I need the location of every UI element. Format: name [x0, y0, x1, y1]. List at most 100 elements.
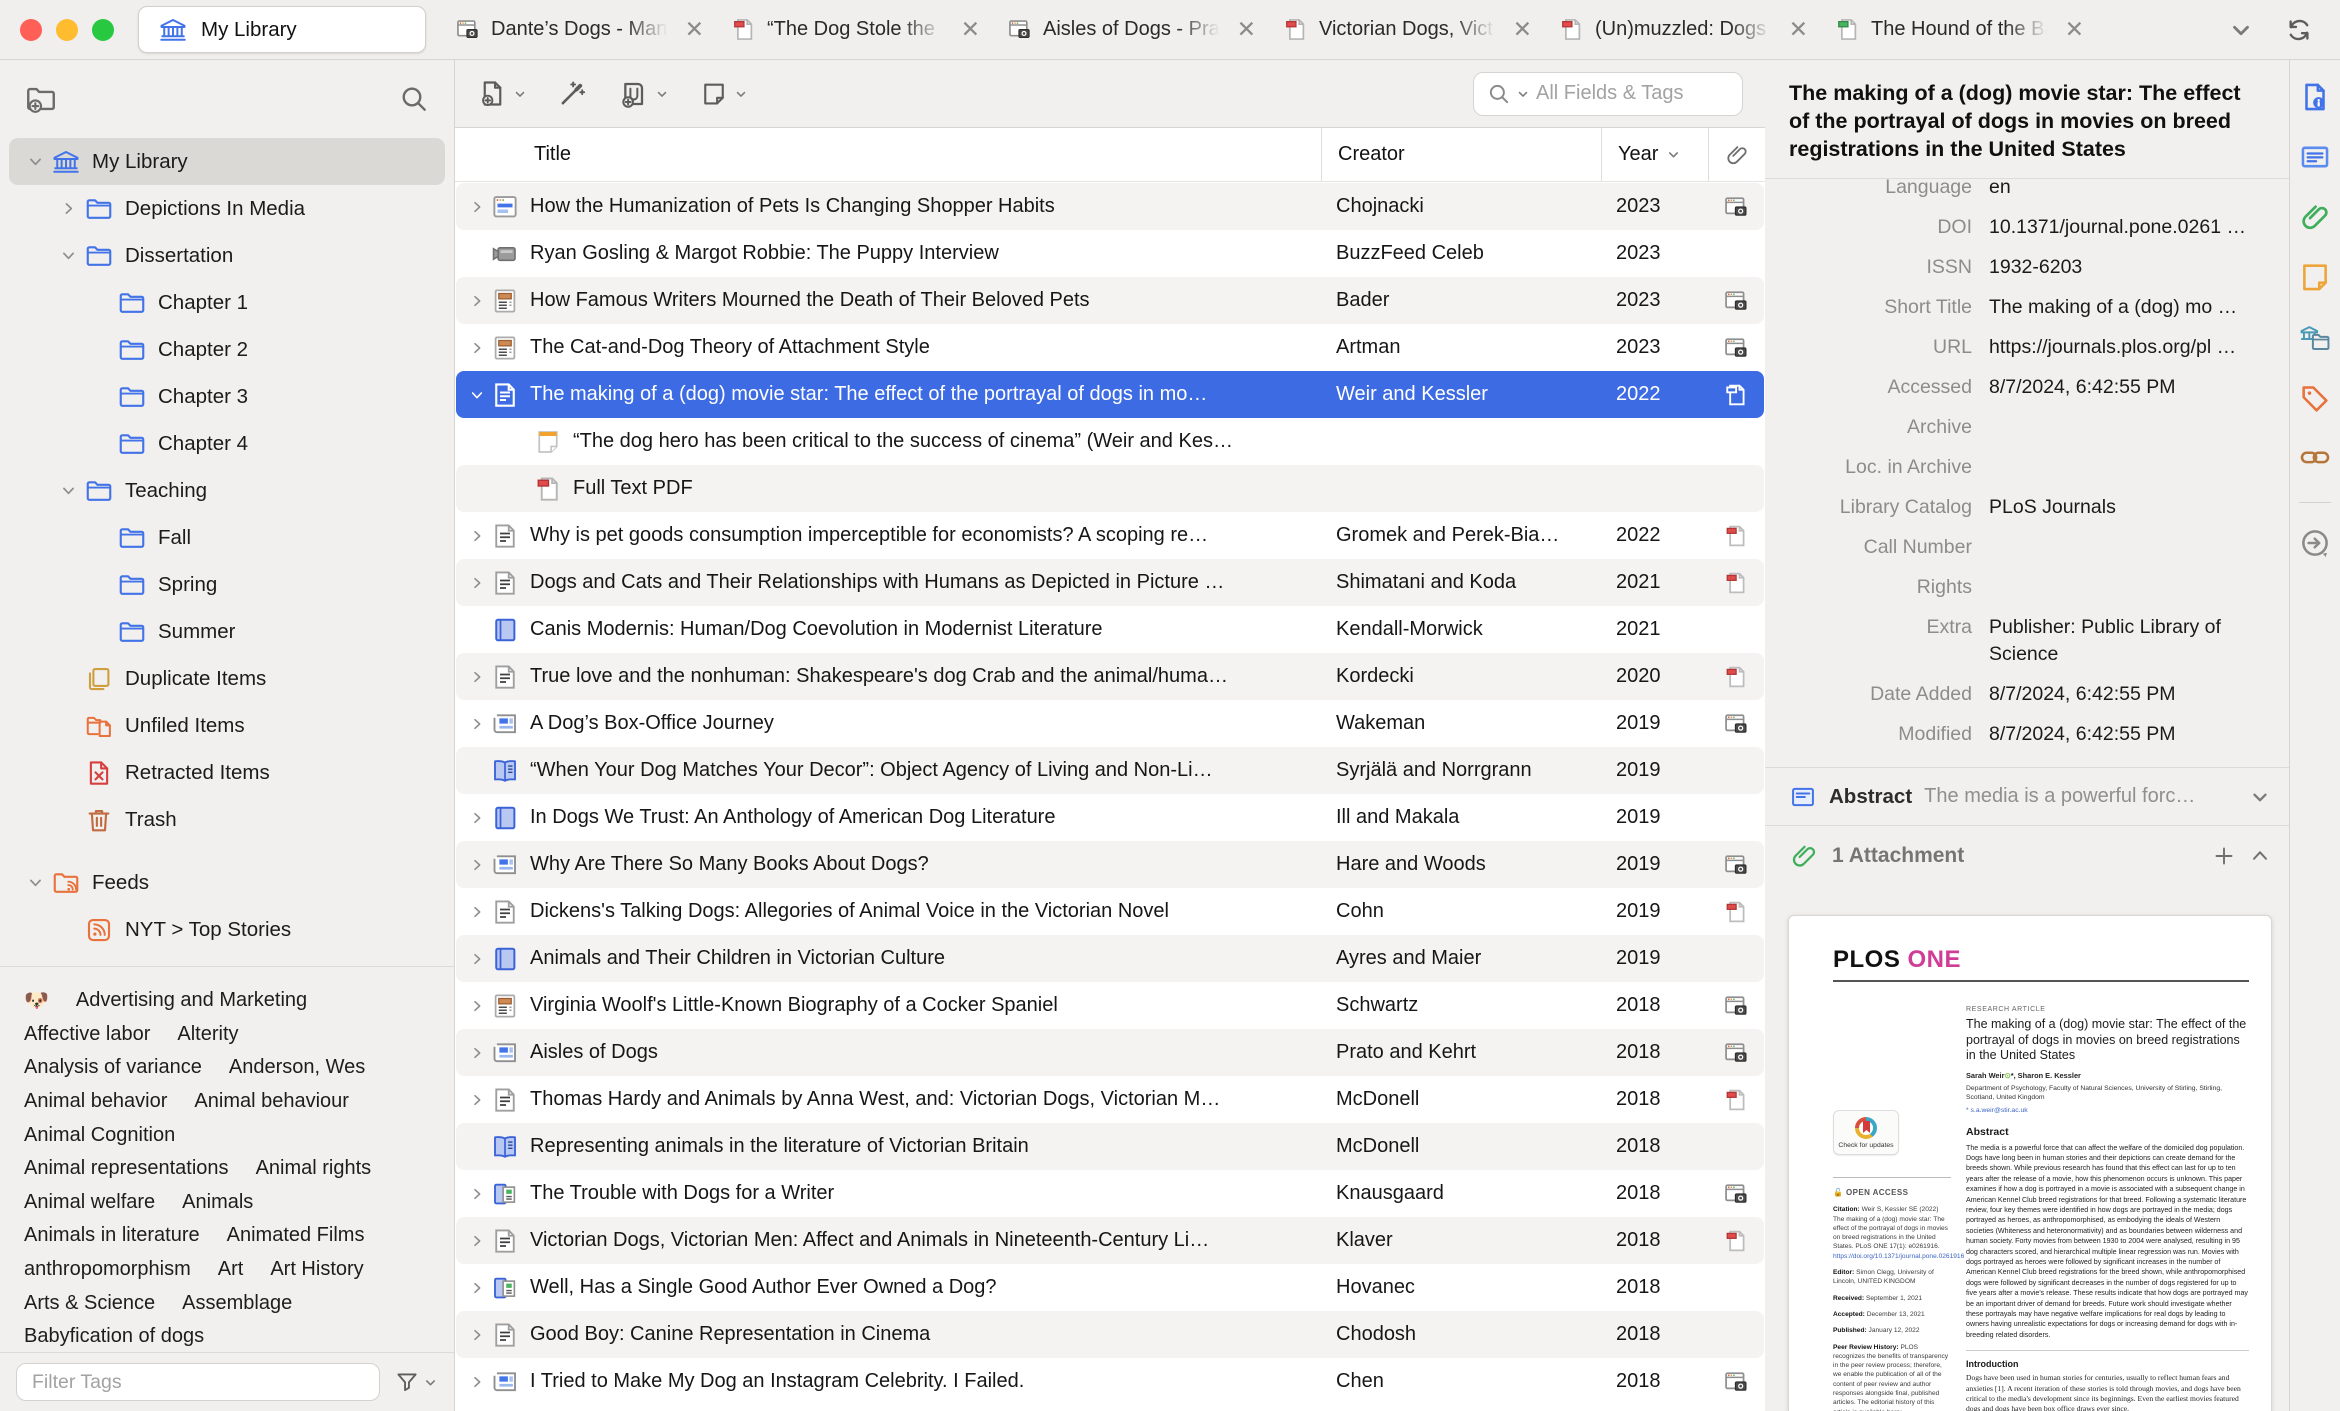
- tag[interactable]: Babyfication of dogs: [24, 1325, 204, 1348]
- table-row[interactable]: Thomas Hardy and Animals by Anna West, a…: [456, 1076, 1764, 1123]
- field-value[interactable]: [1972, 574, 2289, 601]
- sidebar-item-teaching[interactable]: Teaching: [9, 467, 445, 514]
- attachments-section-header[interactable]: 1 Attachment: [1765, 825, 2289, 885]
- new-attachment-button[interactable]: [618, 78, 669, 110]
- pane-tab-notes[interactable]: [2298, 260, 2332, 299]
- table-row[interactable]: The Cat-and-Dog Theory of Attachment Sty…: [456, 324, 1764, 371]
- tab-document[interactable]: Aisles of Dogs - Pra ✕: [994, 0, 1270, 59]
- table-row[interactable]: In Dogs We Trust: An Anthology of Americ…: [456, 794, 1764, 841]
- close-tab-icon[interactable]: ✕: [1787, 18, 1810, 41]
- attachment-row[interactable]: “The dog hero has been critical to the s…: [456, 418, 1764, 465]
- field-value[interactable]: PLoS Journals: [1972, 494, 2289, 521]
- column-header-attachment[interactable]: [1708, 128, 1765, 181]
- tag[interactable]: Advertising and Marketing: [76, 989, 307, 1012]
- tag-filter-options[interactable]: [394, 1369, 438, 1395]
- pane-tab-info[interactable]: [2298, 80, 2332, 119]
- pane-tab-related[interactable]: [2298, 440, 2332, 479]
- new-item-button[interactable]: [477, 78, 527, 109]
- field-value[interactable]: [1972, 414, 2289, 441]
- table-row[interactable]: Why is pet goods consumption imperceptib…: [456, 512, 1764, 559]
- field-value[interactable]: Publisher: Public Library of Science: [1972, 614, 2289, 668]
- tag[interactable]: Animated Films: [227, 1224, 365, 1247]
- sidebar-item-summer[interactable]: Summer: [9, 608, 445, 655]
- abstract-section-header[interactable]: Abstract The media is a powerful forc…: [1765, 768, 2289, 825]
- quick-search-input[interactable]: [1534, 81, 1730, 106]
- table-row[interactable]: I Tried to Make My Dog an Instagram Cele…: [456, 1358, 1764, 1405]
- table-row[interactable]: Ryan Gosling & Margot Robbie: The Puppy …: [456, 230, 1764, 277]
- sidebar-item-chapter-1[interactable]: Chapter 1: [9, 279, 445, 326]
- field-value[interactable]: The making of a (dog) mo …: [1972, 294, 2289, 321]
- field-value[interactable]: [1972, 454, 2289, 481]
- tag[interactable]: Animal behavior: [24, 1090, 167, 1113]
- column-header-title[interactable]: Title: [455, 128, 1321, 181]
- sidebar-item-fall[interactable]: Fall: [9, 514, 445, 561]
- field-value[interactable]: 1932-6203: [1972, 254, 2289, 281]
- attachment-row[interactable]: Full Text PDF: [456, 465, 1764, 512]
- close-tab-icon[interactable]: ✕: [959, 18, 982, 41]
- close-tab-icon[interactable]: ✕: [683, 18, 706, 41]
- table-row[interactable]: Canis Modernis: Human/Dog Coevolution in…: [456, 606, 1764, 653]
- sidebar-item-trash[interactable]: Trash: [9, 796, 445, 843]
- table-row[interactable]: The Trouble with Dogs for a Writer Knausg…: [456, 1170, 1764, 1217]
- minimize-window-button[interactable]: [56, 18, 78, 41]
- pane-tab-locate[interactable]: [2298, 526, 2332, 565]
- tag[interactable]: Alterity: [177, 1023, 238, 1046]
- table-row[interactable]: How the Humanization of Pets Is Changing…: [456, 183, 1764, 230]
- table-row[interactable]: The making of a (dog) movie star: The ef…: [456, 371, 1764, 418]
- close-tab-icon[interactable]: ✕: [1235, 18, 1258, 41]
- tab-document[interactable]: (Un)muzzled: Dogs i ✕: [1546, 0, 1822, 59]
- tag[interactable]: Art History: [270, 1258, 363, 1281]
- tag[interactable]: Analysis of variance: [24, 1056, 202, 1079]
- tab-document[interactable]: Dante’s Dogs - Man ✕: [442, 0, 718, 59]
- tag[interactable]: Animal welfare: [24, 1191, 155, 1214]
- sidebar-item-chapter-2[interactable]: Chapter 2: [9, 326, 445, 373]
- tab-document[interactable]: The Hound of the Ba ✕: [1822, 0, 2098, 59]
- field-value[interactable]: en: [1972, 179, 2289, 201]
- table-row[interactable]: Why Are There So Many Books About Dogs? H…: [456, 841, 1764, 888]
- tab-document[interactable]: “The Dog Stole the ✕: [718, 0, 994, 59]
- tag[interactable]: Assemblage: [182, 1292, 292, 1315]
- table-row[interactable]: How Famous Writers Mourned the Death of …: [456, 277, 1764, 324]
- sidebar-item-depictions-in-media[interactable]: Depictions In Media: [9, 185, 445, 232]
- tag[interactable]: Animal rights: [256, 1157, 372, 1180]
- pane-tab-tags[interactable]: [2298, 380, 2332, 419]
- field-value[interactable]: [1972, 534, 2289, 561]
- tag[interactable]: Animal behaviour: [194, 1090, 349, 1113]
- quick-search[interactable]: [1473, 71, 1743, 116]
- tag[interactable]: Art: [218, 1258, 244, 1281]
- field-value[interactable]: 10.1371/journal.pone.0261 …: [1972, 214, 2289, 241]
- tag[interactable]: Affective labor: [24, 1023, 150, 1046]
- sidebar-item-retracted-items[interactable]: Retracted Items: [9, 749, 445, 796]
- table-row[interactable]: Well, Has a Single Good Author Ever Owne…: [456, 1264, 1764, 1311]
- column-header-creator[interactable]: Creator: [1321, 128, 1601, 181]
- field-value[interactable]: 8/7/2024, 6:42:55 PM: [1972, 374, 2289, 401]
- table-row[interactable]: Aisles of Dogs Prato and Kehrt 2018: [456, 1029, 1764, 1076]
- table-row[interactable]: A Dog’s Box-Office Journey Wakeman 2019: [456, 700, 1764, 747]
- tab-my-library[interactable]: My Library: [138, 6, 426, 53]
- tag[interactable]: Animal Cognition: [24, 1124, 175, 1147]
- attachment-preview-card[interactable]: PLOS ONE Check for updates 🔓 OPEN ACCESS…: [1788, 915, 2272, 1411]
- table-row[interactable]: Good Boy: Canine Representation in Cinem…: [456, 1311, 1764, 1358]
- pane-tab-abstract[interactable]: [2298, 140, 2332, 179]
- table-row[interactable]: “When Your Dog Matches Your Decor”: Obje…: [456, 747, 1764, 794]
- sidebar-item-dissertation[interactable]: Dissertation: [9, 232, 445, 279]
- tag-filter-input[interactable]: [16, 1363, 380, 1401]
- close-tab-icon[interactable]: ✕: [2063, 18, 2086, 41]
- sidebar-item-unfiled-items[interactable]: Unfiled Items: [9, 702, 445, 749]
- tag[interactable]: 🐶: [24, 988, 49, 1013]
- tag[interactable]: Anderson, Wes: [229, 1056, 365, 1079]
- table-row[interactable]: Dogs and Cats and Their Relationships wi…: [456, 559, 1764, 606]
- field-value[interactable]: https://journals.plos.org/pl …: [1972, 334, 2289, 361]
- table-row[interactable]: Animals and Their Children in Victorian …: [456, 935, 1764, 982]
- close-tab-icon[interactable]: ✕: [1511, 18, 1534, 41]
- tag[interactable]: anthropomorphism: [24, 1258, 191, 1281]
- tag[interactable]: Animal representations: [24, 1157, 229, 1180]
- tag[interactable]: Arts & Science: [24, 1292, 155, 1315]
- table-row[interactable]: Virginia Woolf's Little-Known Biography …: [456, 982, 1764, 1029]
- field-value[interactable]: 8/7/2024, 6:42:55 PM: [1972, 681, 2289, 708]
- sidebar-item-chapter-4[interactable]: Chapter 4: [9, 420, 445, 467]
- sidebar-item-feeds[interactable]: Feeds: [9, 859, 445, 906]
- tab-document[interactable]: Victorian Dogs, Vict ✕: [1270, 0, 1546, 59]
- table-row[interactable]: Dickens's Talking Dogs: Allegories of An…: [456, 888, 1764, 935]
- zoom-window-button[interactable]: [92, 18, 114, 41]
